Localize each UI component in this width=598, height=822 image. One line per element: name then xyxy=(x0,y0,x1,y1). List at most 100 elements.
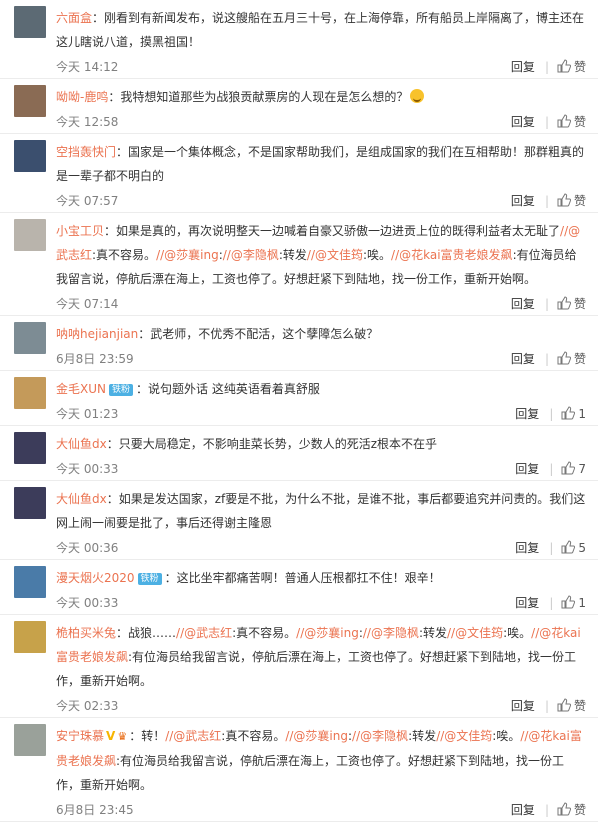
reply-button[interactable]: 回复 xyxy=(511,60,535,74)
reply-button[interactable]: 回复 xyxy=(511,115,535,129)
reply-button[interactable]: 回复 xyxy=(511,194,535,208)
like-count: 赞 xyxy=(573,352,586,366)
comment-text-segment: ：说句题外话 这纯英语看着真舒服 xyxy=(136,382,320,396)
mention-link[interactable]: //@花kai富贵老娘发飙 xyxy=(391,248,513,262)
thumbs-up-icon xyxy=(557,114,574,129)
username-link[interactable]: 空挡轰快门 xyxy=(56,145,116,159)
comment-footer: 今天 02:33 回复 | 赞 xyxy=(56,695,586,717)
mention-link[interactable]: //@莎襄ing xyxy=(296,626,359,640)
mention-link[interactable]: //@李隐枫 xyxy=(363,626,419,640)
like-button[interactable]: 5 xyxy=(561,540,586,555)
username-link[interactable]: 桅柏买米兔 xyxy=(56,626,116,640)
comment-body: 六面盒：刚看到有新闻发布，说这艘船在五月三十号，在上海停靠，所有船员上岸隔离了，… xyxy=(56,0,598,78)
comment-item: 六面盒：刚看到有新闻发布，说这艘船在五月三十号，在上海停靠，所有船员上岸隔离了，… xyxy=(0,0,598,79)
avatar[interactable] xyxy=(14,566,46,598)
comment-text-segment: :有位海员给我留言说，停航后漂在海上，工资也停了。好想赶紧下到陆地，找一份工作，… xyxy=(56,754,565,792)
member-crown-icon: ♛ xyxy=(117,730,128,743)
divider: | xyxy=(544,699,549,713)
like-count: 1 xyxy=(578,596,586,610)
like-button[interactable]: 赞 xyxy=(557,802,586,817)
thinking-face-emoji xyxy=(410,89,425,103)
comment-item: 桅柏买米兔：战狼……//@武志红:真不容易。//@莎襄ing://@李隐枫:转发… xyxy=(0,615,598,718)
like-button[interactable]: 赞 xyxy=(557,193,586,208)
mention-link[interactable]: //@莎襄ing xyxy=(156,248,219,262)
mention-link[interactable]: //@武志红 xyxy=(165,729,221,743)
divider: | xyxy=(549,596,554,610)
comment-actions: 回复 | 赞 xyxy=(511,695,586,717)
username-link[interactable]: 小宝工贝 xyxy=(56,224,104,238)
avatar[interactable] xyxy=(14,219,46,251)
comment-text-segment: :转发 xyxy=(278,248,307,262)
comment-text-segment: :唉。 xyxy=(492,729,521,743)
reply-button[interactable]: 回复 xyxy=(515,541,539,555)
like-count: 赞 xyxy=(573,115,586,129)
like-button[interactable]: 1 xyxy=(561,595,586,610)
mention-link[interactable]: //@莎襄ing xyxy=(285,729,348,743)
reply-button[interactable]: 回复 xyxy=(511,352,535,366)
comment-time: 今天 00:33 xyxy=(56,596,119,610)
reply-button[interactable]: 回复 xyxy=(515,596,539,610)
like-button[interactable]: 7 xyxy=(561,461,586,476)
username-link[interactable]: 金毛XUN xyxy=(56,382,106,396)
mention-link[interactable]: //@文佳筠 xyxy=(436,729,492,743)
like-button[interactable]: 赞 xyxy=(557,296,586,311)
reply-button[interactable]: 回复 xyxy=(515,462,539,476)
comment-footer: 6月8日 23:59 回复 | 赞 xyxy=(56,348,586,370)
comment-time: 今天 02:33 xyxy=(56,699,119,713)
avatar[interactable] xyxy=(14,140,46,172)
comment-text-segment: ：转！ xyxy=(129,729,166,743)
mention-link[interactable]: //@李隐枫 xyxy=(352,729,408,743)
comment-actions: 回复 | 1 xyxy=(515,592,586,614)
comment-actions: 回复 | 1 xyxy=(515,403,586,425)
comment-item: 呐呐hejianjian：武老师，不优秀不配活，这个孽障怎么破？ 6月8日 23:… xyxy=(0,316,598,371)
comment-time: 今天 12:58 xyxy=(56,115,119,129)
comment-text-segment: :有位海员给我留言说，停航后漂在海上，工资也停了。好想赶紧下到陆地，找一份工作，… xyxy=(56,650,577,688)
comment-text-segment: ：如果是真的，再次说明整天一边喊着自豪又骄傲一边进贡上位的既得利益者太无耻了 xyxy=(104,224,561,238)
avatar[interactable] xyxy=(14,6,46,38)
vip-icon: V xyxy=(106,729,116,743)
mention-link[interactable]: //@李隐枫 xyxy=(223,248,279,262)
comment-text-segment: :唉。 xyxy=(503,626,532,640)
username-link[interactable]: 安宁珠慕 xyxy=(56,729,104,743)
username-link[interactable]: 漫天烟火2020 xyxy=(56,571,135,585)
comment-body: 大仙鱼dx：如果是发达国家，zf要是不批，为什么不批，是谁不批，事后都要追究并问… xyxy=(56,481,598,559)
reply-button[interactable]: 回复 xyxy=(511,803,535,817)
username-link[interactable]: 六面盒 xyxy=(56,11,92,25)
comment-text-segment: :转发 xyxy=(408,729,437,743)
comment-text-segment: :唉。 xyxy=(363,248,392,262)
divider: | xyxy=(549,541,554,555)
avatar[interactable] xyxy=(14,432,46,464)
username-link[interactable]: 呦呦-鹿鸣 xyxy=(56,90,108,104)
avatar[interactable] xyxy=(14,322,46,354)
comment-time: 今天 07:14 xyxy=(56,297,119,311)
mention-link[interactable]: //@文佳筠 xyxy=(447,626,503,640)
username-link[interactable]: 大仙鱼dx xyxy=(56,492,107,506)
comment-body: 空挡轰快门：国家是一个集体概念，不是国家帮助我们，是组成国家的我们在互相帮助！那… xyxy=(56,134,598,212)
avatar[interactable] xyxy=(14,621,46,653)
mention-link[interactable]: //@文佳筠 xyxy=(307,248,363,262)
mention-link[interactable]: //@武志红 xyxy=(176,626,232,640)
avatar[interactable] xyxy=(14,85,46,117)
username-link[interactable]: 大仙鱼dx xyxy=(56,437,107,451)
avatar[interactable] xyxy=(14,377,46,409)
avatar[interactable] xyxy=(14,724,46,756)
comment-actions: 回复 | 赞 xyxy=(511,348,586,370)
like-button[interactable]: 赞 xyxy=(557,114,586,129)
reply-button[interactable]: 回复 xyxy=(511,699,535,713)
username-link[interactable]: 呐呐hejianjian xyxy=(56,327,138,341)
reply-button[interactable]: 回复 xyxy=(511,297,535,311)
like-button[interactable]: 赞 xyxy=(557,698,586,713)
like-button[interactable]: 1 xyxy=(561,406,586,421)
comment-item: 大仙鱼dx：如果是发达国家，zf要是不批，为什么不批，是谁不批，事后都要追究并问… xyxy=(0,481,598,560)
divider: | xyxy=(544,60,549,74)
avatar[interactable] xyxy=(14,487,46,519)
like-button[interactable]: 赞 xyxy=(557,351,586,366)
thumbs-up-icon xyxy=(561,595,578,610)
thumbs-up-icon xyxy=(561,461,578,476)
comment-text-segment: ：国家是一个集体概念，不是国家帮助我们，是组成国家的我们在互相帮助！那群粗真的是… xyxy=(56,145,585,183)
comment-text: 小宝工贝：如果是真的，再次说明整天一边喊着自豪又骄傲一边进贡上位的既得利益者太无… xyxy=(56,219,586,291)
reply-button[interactable]: 回复 xyxy=(515,407,539,421)
comment-footer: 今天 14:12 回复 | 赞 xyxy=(56,56,586,78)
comment-text: 大仙鱼dx：只要大局稳定，不影响韭菜长势，少数人的死活z根本不在乎 xyxy=(56,432,586,456)
like-button[interactable]: 赞 xyxy=(557,59,586,74)
